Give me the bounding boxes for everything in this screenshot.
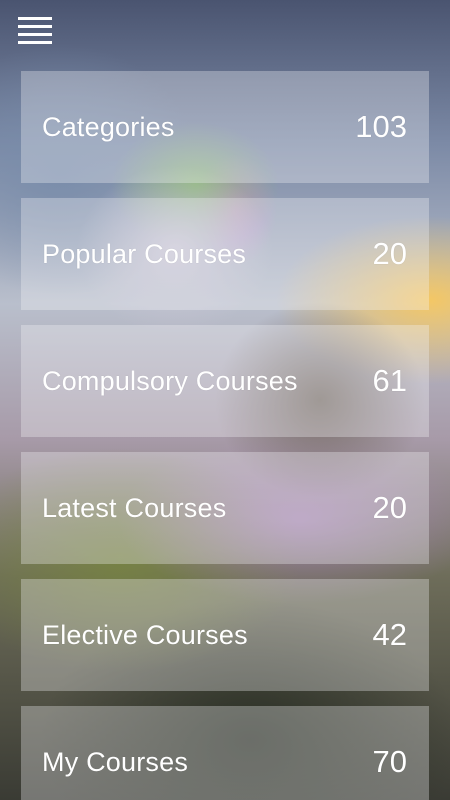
menu-item-count: 61 xyxy=(372,363,407,398)
menu-item-popular-courses[interactable]: Popular Courses 20 xyxy=(21,198,429,310)
menu-item-label: Latest Courses xyxy=(42,492,227,523)
menu-item-count: 103 xyxy=(355,109,407,144)
menu-item-label: My Courses xyxy=(42,746,189,777)
menu-item-count: 20 xyxy=(372,490,407,525)
menu-item-count: 70 xyxy=(372,744,407,779)
menu-item-latest-courses[interactable]: Latest Courses 20 xyxy=(21,452,429,564)
menu-item-label: Elective Courses xyxy=(42,619,248,650)
hamburger-menu-button[interactable] xyxy=(18,16,52,46)
menu-item-my-courses[interactable]: My Courses 70 xyxy=(21,706,429,800)
menu-item-compulsory-courses[interactable]: Compulsory Courses 61 xyxy=(21,325,429,437)
course-menu-list: Categories 103 Popular Courses 20 Compul… xyxy=(21,71,429,800)
menu-item-count: 20 xyxy=(372,236,407,271)
menu-item-label: Popular Courses xyxy=(42,238,247,269)
app-screen: Categories 103 Popular Courses 20 Compul… xyxy=(0,0,450,800)
menu-item-elective-courses[interactable]: Elective Courses 42 xyxy=(21,579,429,691)
menu-item-count: 42 xyxy=(372,617,407,652)
menu-item-label: Categories xyxy=(42,111,175,142)
menu-item-categories[interactable]: Categories 103 xyxy=(21,71,429,183)
menu-item-label: Compulsory Courses xyxy=(42,365,298,396)
hamburger-menu-icon xyxy=(18,17,52,44)
